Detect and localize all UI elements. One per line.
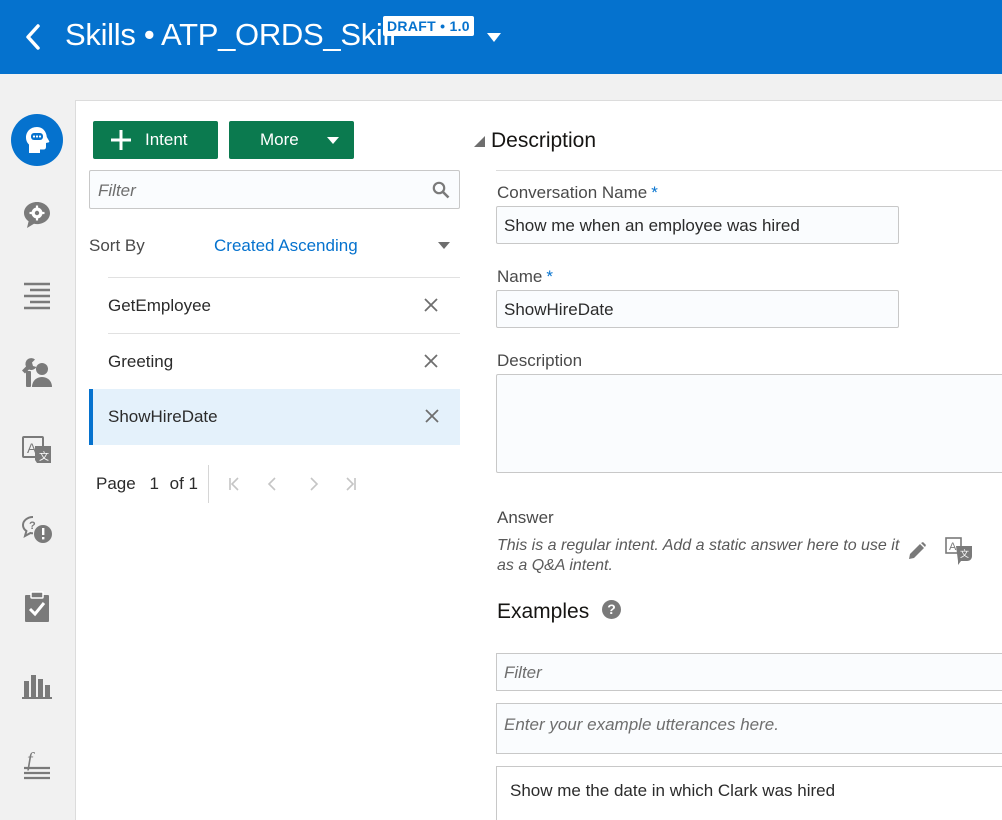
collapse-triangle-icon [474, 136, 485, 147]
more-menu-button[interactable]: More [229, 121, 354, 159]
page-number[interactable]: 1 [149, 474, 158, 493]
more-label: More [260, 130, 299, 149]
chevron-left-icon [26, 24, 40, 50]
nav-qna[interactable]: ? [11, 504, 63, 556]
search-icon [432, 181, 450, 199]
clipboard-check-icon [25, 591, 49, 622]
pencil-icon[interactable] [907, 541, 927, 561]
plus-icon [111, 130, 131, 150]
side-nav: A 文 ? f [0, 74, 75, 820]
nav-components[interactable] [11, 347, 63, 399]
app-header: Skills • ATP_ORDS_Skill DRAFT • 1.0 [0, 0, 1002, 74]
wrench-person-icon [22, 358, 52, 387]
pager-divider [208, 465, 209, 503]
nav-settings[interactable]: f [11, 738, 63, 790]
svg-text:文: 文 [39, 450, 49, 463]
answer-hint: This is a regular intent. Add a static a… [497, 537, 900, 574]
intent-head-icon [26, 127, 50, 153]
version-badge: DRAFT • 1.0 [383, 16, 474, 36]
translate-icon: A 文 [22, 436, 51, 463]
intent-name: ShowHireDate [108, 407, 218, 426]
required-marker: * [651, 183, 658, 202]
description-textarea[interactable] [496, 374, 1002, 473]
intent-list-item[interactable]: Greeting [108, 333, 460, 389]
page-title: Skills • ATP_ORDS_Skill [65, 17, 396, 52]
description-section-header[interactable]: Description [473, 129, 596, 153]
previous-page-icon[interactable] [267, 477, 277, 491]
nav-insights[interactable] [11, 659, 63, 711]
svg-text:A: A [949, 541, 957, 553]
next-page-icon[interactable] [309, 477, 319, 491]
intent-name: GetEmployee [108, 296, 211, 315]
answer-label: Answer [497, 508, 554, 527]
nav-entities[interactable] [11, 189, 63, 241]
conversation-name-label: Conversation Name * [497, 183, 658, 202]
question-bubbles-icon: ? [21, 516, 52, 543]
section-title: Description [491, 129, 597, 152]
translate-answer-icon[interactable]: A 文 [945, 536, 975, 566]
name-field[interactable]: ShowHireDate [496, 290, 899, 328]
close-icon[interactable] [424, 354, 438, 368]
intent-filter-input[interactable]: Filter [89, 170, 460, 209]
version-dropdown-button[interactable] [486, 30, 502, 42]
page-total: of 1 [169, 474, 198, 493]
pager: Page 1 of 1 [96, 474, 198, 494]
example-utterance-input[interactable]: Enter your example utterances here. [496, 703, 1002, 754]
examples-title: Examples [497, 600, 590, 623]
intent-list-item[interactable]: GetEmployee [108, 277, 460, 333]
conversation-name-field[interactable]: Show me when an employee was hired [496, 206, 899, 244]
description-label: Description [497, 351, 583, 370]
first-page-icon[interactable] [228, 477, 240, 491]
example-utterance-item[interactable]: Show me the date in which Clark was hire… [496, 766, 1002, 820]
close-icon[interactable] [424, 298, 438, 312]
required-marker: * [546, 267, 553, 286]
nav-intents[interactable] [11, 114, 63, 166]
nav-quality[interactable] [11, 581, 63, 633]
filter-placeholder: Filter [98, 181, 136, 200]
sort-by-label: Sort By [89, 236, 145, 255]
nav-resource-bundles[interactable]: A 文 [11, 424, 63, 476]
caret-down-icon[interactable] [438, 241, 450, 250]
add-intent-button[interactable]: Intent [93, 121, 218, 159]
close-icon[interactable] [425, 409, 439, 423]
caret-down-icon [326, 136, 339, 144]
name-label: Name * [497, 267, 553, 286]
nav-flows[interactable] [11, 269, 63, 321]
intent-name: Greeting [108, 352, 174, 371]
back-button[interactable] [18, 18, 50, 56]
function-lines-icon: f [24, 749, 50, 780]
sort-by-select[interactable]: Created Ascending [214, 236, 358, 256]
caret-down-icon [487, 33, 501, 42]
gear-bubble-icon [24, 202, 50, 228]
last-page-icon[interactable] [345, 477, 357, 491]
bar-chart-icon [22, 675, 52, 699]
svg-text:文: 文 [960, 548, 969, 559]
flow-lines-icon [24, 282, 50, 310]
help-icon[interactable]: ? [602, 600, 621, 619]
examples-filter-input[interactable]: Filter [496, 653, 1002, 691]
intent-list-item-selected[interactable]: ShowHireDate [89, 389, 460, 445]
add-intent-label: Intent [145, 130, 188, 149]
page-label: Page [96, 474, 136, 493]
section-divider [496, 170, 1002, 171]
